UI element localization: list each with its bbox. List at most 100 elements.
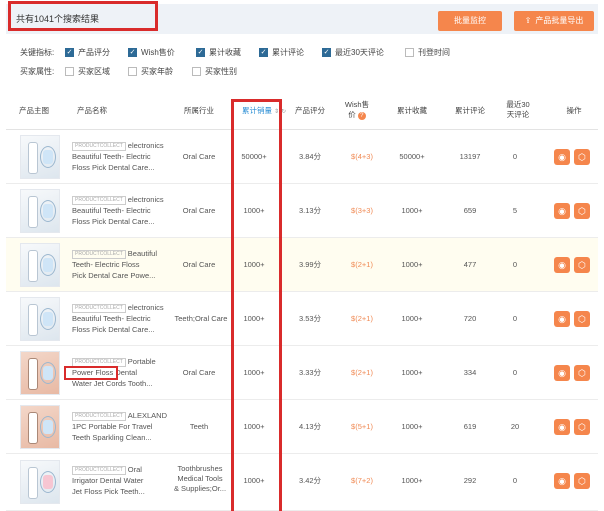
product-image[interactable] [20,189,60,233]
view-icon[interactable]: ◉ [554,311,570,327]
product-box-icon[interactable]: ⬡ [574,149,590,165]
product-box-icon[interactable]: ⬡ [574,203,590,219]
view-icon[interactable]: ◉ [554,473,570,489]
name-line: Beautiful Teeth- Electric [72,206,151,215]
metric-label: 累计收藏 [209,48,241,57]
industry-line: Oral Care [182,206,216,215]
name-line: Floss Pick Dental Care... [72,217,155,226]
batch-monitor-button[interactable]: 批量监控 [438,11,502,31]
product-image[interactable] [20,351,60,395]
view-icon[interactable]: ◉ [554,257,570,273]
name-line: Irrigator Dental Water [72,476,144,485]
recent-reviews-cell: 0 [512,476,518,485]
reviews-cell: 720 [463,314,477,323]
product-name[interactable]: PRODUCTCOLLECT electronics Beautiful Teeth… [72,302,170,335]
price-cell: $(3+3) [351,206,373,215]
price-cell: $(2+1) [351,368,373,377]
buyer-checkbox-age[interactable]: 买家年龄 [128,66,173,77]
favorites-cell: 1000+ [401,260,423,269]
view-icon[interactable]: ◉ [554,365,570,381]
favorites-cell: 1000+ [401,476,423,485]
recent-reviews-cell: 0 [512,260,518,269]
name-line: Oral [127,465,142,474]
metric-checkbox-rating[interactable]: ✓ 产品评分 [65,47,110,58]
metric-checkbox-reviews[interactable]: ✓ 累计评论 [259,47,304,58]
industry-cell: Toothbrushes Medical Tools & Supplies;Or..… [170,464,230,494]
name-line: Floss Pick Dental Care... [72,163,155,172]
collect-tag: PRODUCTCOLLECT [72,141,126,151]
col-favorites: 累计收藏 [397,106,427,115]
favorites-cell: 50000+ [399,152,425,161]
reviews-cell: 292 [463,476,477,485]
table-row: PRODUCTCOLLECT Portable Power Floss Dental… [6,346,598,400]
batch-export-button[interactable]: ⇪ 产品批量导出 [514,11,594,31]
name-line: Beautiful [127,249,157,258]
checked-icon: ✓ [196,48,205,57]
col-sales[interactable]: 累计销量 ⇕ ↻ [234,106,294,117]
product-image[interactable] [20,405,60,449]
product-name[interactable]: PRODUCTCOLLECT Portable Power Floss Dental… [72,356,170,389]
metric-checkbox-recent-reviews[interactable]: ✓ 最近30天评论 [322,47,384,58]
sales-cell: 50000+ [241,152,267,161]
col-price: Wish售价 ? [342,100,372,120]
rating-cell: 3.42分 [298,476,322,485]
product-box-icon[interactable]: ⬡ [574,419,590,435]
refresh-icon[interactable]: ↻ [281,109,286,115]
product-image[interactable] [20,297,60,341]
industry-cell: Oral Care [176,152,222,162]
name-line: ALEXLAND [127,411,167,420]
unchecked-icon [128,67,137,76]
metric-checkbox-favorites[interactable]: ✓ 累计收藏 [196,47,241,58]
product-name[interactable]: PRODUCTCOLLECT Oral Irrigator Dental Water… [72,464,170,497]
product-name[interactable]: PRODUCTCOLLECT electronics Beautiful Teeth… [72,194,170,227]
checked-icon: ✓ [322,48,331,57]
product-name[interactable]: PRODUCTCOLLECT ALEXLAND 1PC Portable For T… [72,410,170,443]
collect-tag: PRODUCTCOLLECT [72,465,126,475]
rating-cell: 3.33分 [298,368,322,377]
favorites-cell: 1000+ [401,368,423,377]
product-box-icon[interactable]: ⬡ [574,365,590,381]
product-image[interactable] [20,243,60,287]
name-line: Power Floss Dental [72,368,138,377]
industry-line: Oral Care [182,152,216,161]
help-icon[interactable]: ? [357,112,366,120]
col-industry: 所属行业 [184,106,214,115]
industry-cell: Oral Care [176,206,222,216]
product-name[interactable]: PRODUCTCOLLECT Beautiful Teeth- Electric F… [72,248,170,281]
product-box-icon[interactable]: ⬡ [574,257,590,273]
view-icon[interactable]: ◉ [554,203,570,219]
collect-tag: PRODUCTCOLLECT [72,357,126,367]
sales-cell: 1000+ [243,314,265,323]
checked-icon: ✓ [259,48,268,57]
table-row: PRODUCTCOLLECT electronics Beautiful Teeth… [6,184,598,238]
product-name[interactable]: PRODUCTCOLLECT electronics Beautiful Teeth… [72,140,170,173]
buyer-checkbox-gender[interactable]: 买家性别 [192,66,237,77]
view-icon[interactable]: ◉ [554,419,570,435]
product-box-icon[interactable]: ⬡ [574,473,590,489]
buyer-label: 买家性别 [205,67,237,76]
reviews-cell: 477 [463,260,477,269]
sales-cell: 1000+ [243,422,265,431]
metric-checkbox-price[interactable]: ✓ Wish售价 [128,47,175,58]
col-actions: 操作 [566,106,582,115]
recent-reviews-cell: 0 [512,368,518,377]
price-cell: $(5+1) [351,422,373,431]
product-image[interactable] [20,460,60,504]
name-line: Pick Dental Care Powe... [72,271,156,280]
recent-reviews-cell: 5 [512,206,518,215]
checked-icon: ✓ [65,48,74,57]
product-image[interactable] [20,135,60,179]
sort-icon[interactable]: ⇕ [274,109,279,115]
metric-checkbox-listing-time[interactable]: 刊登时间 [405,47,450,58]
buyer-label: 买家年龄 [141,67,173,76]
result-count: 共有1041个搜索结果 [16,14,100,24]
industry-cell: Oral Care [176,260,222,270]
unchecked-icon [405,48,414,57]
col-sales-label: 累计销量 [241,106,272,115]
buyer-checkbox-region[interactable]: 买家区域 [65,66,110,77]
product-box-icon[interactable]: ⬡ [574,311,590,327]
view-icon[interactable]: ◉ [554,149,570,165]
price-cell: $(7+2) [351,476,373,485]
industry-line: Medical Tools [177,474,223,483]
buyer-label: 买家区域 [78,67,110,76]
